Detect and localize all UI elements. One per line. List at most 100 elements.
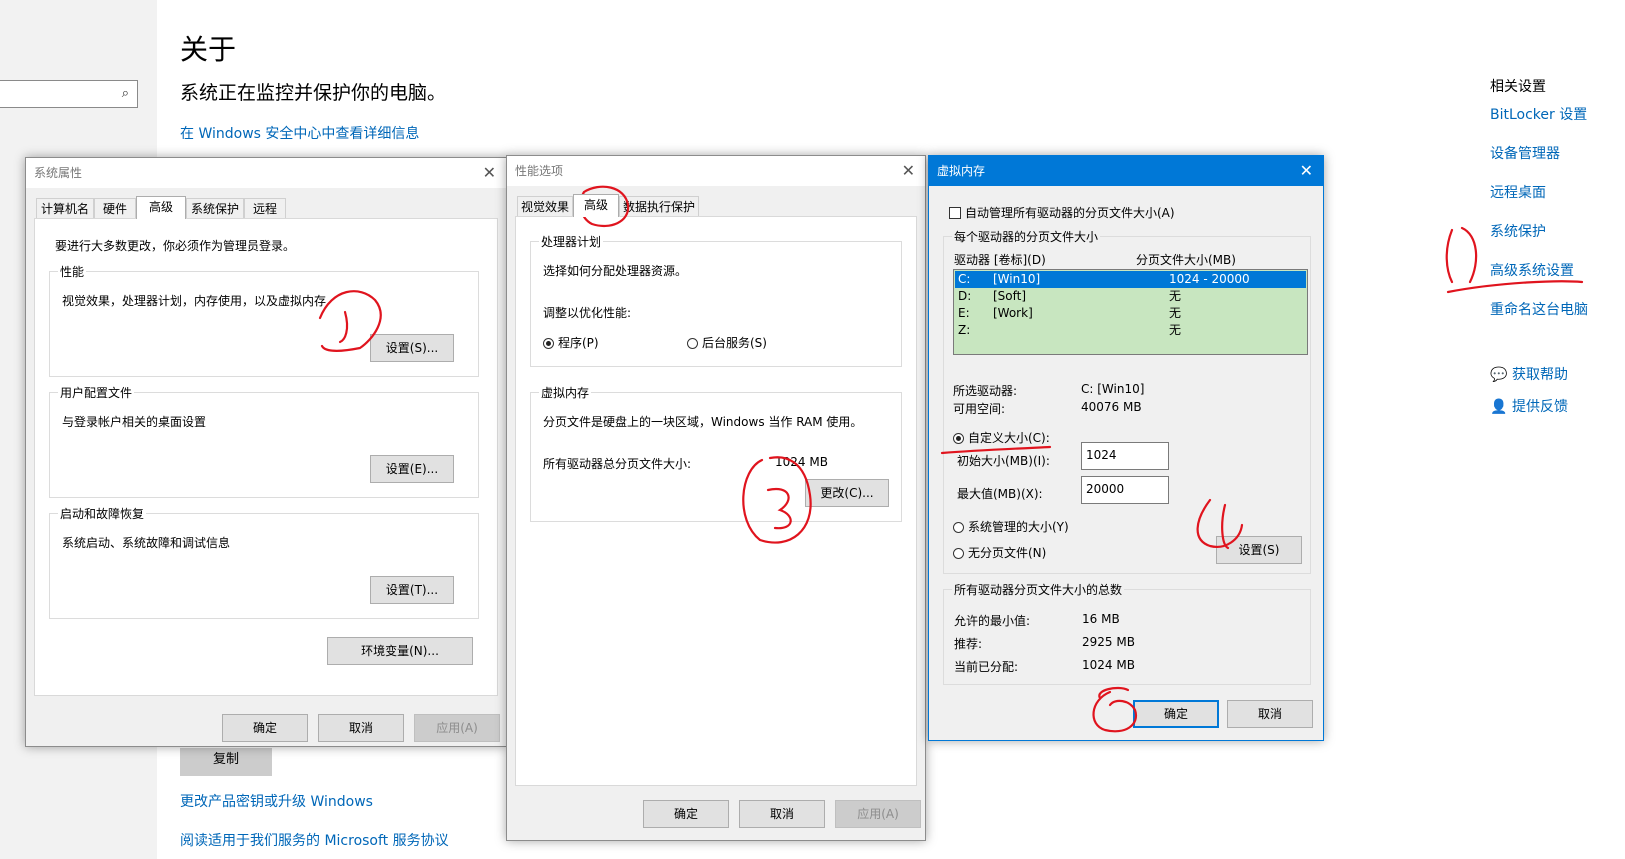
tab-computer-name[interactable]: 计算机名 xyxy=(36,198,94,218)
performance-group: 性能 视觉效果，处理器计划，内存使用，以及虚拟内存 设置(S)... xyxy=(49,263,479,377)
total-paging-value: 1024 MB xyxy=(775,455,828,469)
rename-pc-link[interactable]: 重命名这台电脑 xyxy=(1490,299,1588,319)
custom-size-radio[interactable]: 自定义大小(C): xyxy=(953,429,1050,446)
drive-label: [Work] xyxy=(993,306,1033,320)
group-description: 与登录帐户相关的桌面设置 xyxy=(62,415,207,429)
min-allowed-label: 允许的最小值: xyxy=(954,614,1031,628)
ok-button[interactable]: 确定 xyxy=(222,714,308,742)
service-agreement-link[interactable]: 阅读适用于我们服务的 Microsoft 服务协议 xyxy=(180,830,449,850)
tab-data-execution-prevention[interactable]: 数据执行保护 xyxy=(619,196,699,216)
set-button[interactable]: 设置(S) xyxy=(1216,536,1302,564)
tab-advanced[interactable]: 高级 xyxy=(573,194,619,217)
radio-dot xyxy=(687,338,698,349)
advanced-tab-panel: 要进行大多数更改，你必须作为管理员登录。 性能 视觉效果，处理器计划，内存使用，… xyxy=(34,218,498,696)
system-properties-dialog: 系统属性 ✕ 计算机名 硬件 高级 系统保护 远程 要进行大多数更改，你必须作为… xyxy=(25,157,507,747)
feedback-link[interactable]: 提供反馈 xyxy=(1512,399,1568,415)
no-paging-file-radio[interactable]: 无分页文件(N) xyxy=(953,544,1046,561)
advanced-system-settings-link[interactable]: 高级系统设置 xyxy=(1490,260,1574,280)
system-protection-link[interactable]: 系统保护 xyxy=(1490,221,1546,241)
tab-system-protection[interactable]: 系统保护 xyxy=(186,198,244,218)
ok-button[interactable]: 确定 xyxy=(643,800,729,828)
drive-column-header: 驱动器 [卷标](D) xyxy=(954,253,1046,267)
virtual-memory-dialog: 虚拟内存 ✕ 自动管理所有驱动器的分页文件大小(A) 每个驱动器的分页文件大小 … xyxy=(928,155,1324,741)
cancel-button[interactable]: 取消 xyxy=(739,800,825,828)
checkbox-label: 自动管理所有驱动器的分页文件大小(A) xyxy=(965,206,1175,220)
settings-search-input[interactable]: ⌕ xyxy=(0,80,138,108)
drive-size: 1024 - 20000 xyxy=(1169,272,1250,286)
feedback-person-icon: 👤 xyxy=(1490,399,1508,415)
initial-size-input[interactable]: 1024 xyxy=(1081,442,1169,470)
selected-drive-label: 所选驱动器: xyxy=(953,384,1018,398)
radio-label: 系统管理的大小(Y) xyxy=(968,520,1069,534)
adjust-label: 调整以优化性能: xyxy=(543,306,632,320)
drive-label: [Soft] xyxy=(993,289,1027,303)
close-icon[interactable]: ✕ xyxy=(902,156,915,186)
change-product-key-link[interactable]: 更改产品密钥或升级 Windows xyxy=(180,791,373,811)
system-managed-radio[interactable]: 系统管理的大小(Y) xyxy=(953,518,1069,535)
tab-remote[interactable]: 远程 xyxy=(244,198,286,218)
get-help-link[interactable]: 获取帮助 xyxy=(1512,367,1568,383)
drive-row-z[interactable]: Z: 无 xyxy=(955,322,1306,339)
close-icon[interactable]: ✕ xyxy=(483,158,496,188)
dialog-title: 系统属性 xyxy=(26,158,506,188)
environment-variables-button[interactable]: 环境变量(N)... xyxy=(327,637,473,665)
step-1-mark xyxy=(1446,280,1584,294)
bitlocker-link[interactable]: BitLocker 设置 xyxy=(1490,104,1587,124)
min-allowed-value: 16 MB xyxy=(1082,612,1120,626)
apply-button[interactable]: 应用(A) xyxy=(414,714,500,742)
related-settings-title: 相关设置 xyxy=(1490,79,1546,95)
dialog-title: 虚拟内存 xyxy=(929,156,1323,186)
change-virtual-memory-button[interactable]: 更改(C)... xyxy=(805,479,889,507)
get-help-row[interactable]: 💬 获取帮助 xyxy=(1490,364,1568,384)
checkbox-box xyxy=(949,207,961,219)
group-description: 分页文件是硬盘上的一块区域，Windows 当作 RAM 使用。 xyxy=(543,415,863,429)
copy-button[interactable]: 复制 xyxy=(180,748,272,776)
radio-dot xyxy=(953,522,964,533)
drive-label: [Win10] xyxy=(993,272,1041,286)
performance-settings-button[interactable]: 设置(S)... xyxy=(370,334,454,362)
radio-label: 程序(P) xyxy=(558,336,599,350)
tab-hardware[interactable]: 硬件 xyxy=(94,198,136,218)
drive-letter: E: xyxy=(958,306,970,320)
currently-allocated-value: 1024 MB xyxy=(1082,658,1135,672)
tab-visual-effects[interactable]: 视觉效果 xyxy=(517,196,573,216)
programs-radio[interactable]: 程序(P) xyxy=(543,334,599,351)
drive-list[interactable]: C: [Win10] 1024 - 20000 D: [Soft] 无 E: [… xyxy=(953,269,1308,355)
page-title: 关于 xyxy=(180,33,237,66)
virtual-memory-group: 虚拟内存 分页文件是硬盘上的一块区域，Windows 当作 RAM 使用。 所有… xyxy=(530,384,902,522)
background-services-radio[interactable]: 后台服务(S) xyxy=(687,334,767,351)
device-manager-link[interactable]: 设备管理器 xyxy=(1490,143,1560,163)
chat-help-icon: 💬 xyxy=(1490,367,1508,383)
tab-advanced[interactable]: 高级 xyxy=(136,196,186,219)
radio-label: 自定义大小(C): xyxy=(968,431,1050,445)
recommended-value: 2925 MB xyxy=(1082,635,1135,649)
max-size-input[interactable]: 20000 xyxy=(1081,476,1169,504)
ok-button[interactable]: 确定 xyxy=(1133,700,1219,728)
cancel-button[interactable]: 取消 xyxy=(1227,700,1313,728)
group-description: 系统启动、系统故障和调试信息 xyxy=(62,536,231,550)
group-legend: 处理器计划 xyxy=(539,233,604,250)
drive-row-d[interactable]: D: [Soft] 无 xyxy=(955,288,1306,305)
startup-settings-button[interactable]: 设置(T)... xyxy=(370,576,454,604)
apply-button[interactable]: 应用(A) xyxy=(835,800,921,828)
drive-letter: D: xyxy=(958,289,972,303)
max-size-label: 最大值(MB)(X): xyxy=(957,487,1043,501)
radio-dot xyxy=(543,338,554,349)
cancel-button[interactable]: 取消 xyxy=(318,714,404,742)
drive-size: 无 xyxy=(1169,306,1182,320)
search-icon[interactable]: ⌕ xyxy=(122,86,129,101)
feedback-row[interactable]: 👤 提供反馈 xyxy=(1490,396,1568,416)
close-icon[interactable]: ✕ xyxy=(1300,156,1313,186)
profile-settings-button[interactable]: 设置(E)... xyxy=(370,455,454,483)
drive-row-e[interactable]: E: [Work] 无 xyxy=(955,305,1306,322)
dialog-title: 性能选项 xyxy=(507,156,925,186)
security-center-link[interactable]: 在 Windows 安全中心中查看详细信息 xyxy=(180,123,419,143)
processor-scheduling-group: 处理器计划 选择如何分配处理器资源。 调整以优化性能: 程序(P) 后台服务(S… xyxy=(530,233,902,367)
auto-manage-checkbox[interactable]: 自动管理所有驱动器的分页文件大小(A) xyxy=(949,204,1175,221)
remote-desktop-link[interactable]: 远程桌面 xyxy=(1490,182,1546,202)
performance-options-dialog: 性能选项 ✕ 视觉效果 高级 数据执行保护 处理器计划 选择如何分配处理器资源。… xyxy=(506,155,926,841)
page-subtitle: 系统正在监控并保护你的电脑。 xyxy=(180,82,447,104)
step-1-mark xyxy=(1460,226,1478,284)
drive-row-c[interactable]: C: [Win10] 1024 - 20000 xyxy=(955,271,1306,288)
group-legend: 性能 xyxy=(58,263,87,280)
